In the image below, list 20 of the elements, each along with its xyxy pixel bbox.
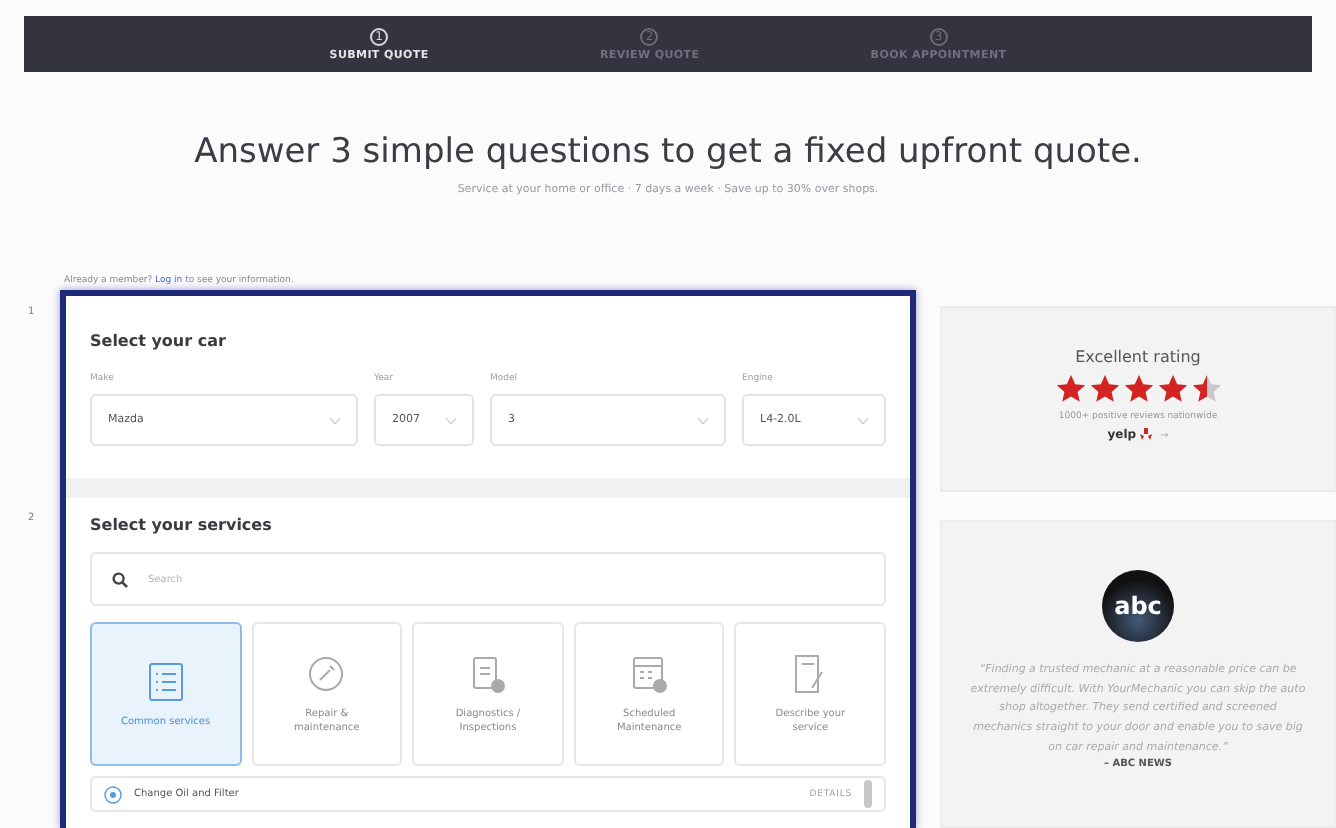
rating-title: Excellent rating — [1075, 348, 1201, 366]
calendar-icon — [629, 652, 670, 696]
clipboard-icon — [467, 652, 508, 696]
chevron-down-icon — [330, 417, 340, 423]
chevron-down-icon — [446, 417, 456, 423]
star-icon — [1191, 374, 1221, 404]
logo-text: abc — [1114, 592, 1162, 620]
star-icon — [1157, 374, 1187, 404]
star-icon — [1123, 374, 1153, 404]
scrollbar-thumb[interactable] — [864, 780, 872, 808]
chevron-down-icon — [858, 417, 868, 423]
section-title: Select your services — [90, 516, 274, 534]
page-heading: Answer 3 simple questions to get a fixed upfront quote. — [194, 132, 1142, 172]
star-icon — [1089, 374, 1119, 404]
search-icon — [112, 571, 128, 587]
star-icon — [1055, 374, 1085, 404]
section-title: Select your car — [90, 332, 228, 350]
chevron-down-icon — [698, 417, 708, 423]
radio-icon — [104, 785, 122, 803]
list-icon — [145, 659, 186, 703]
